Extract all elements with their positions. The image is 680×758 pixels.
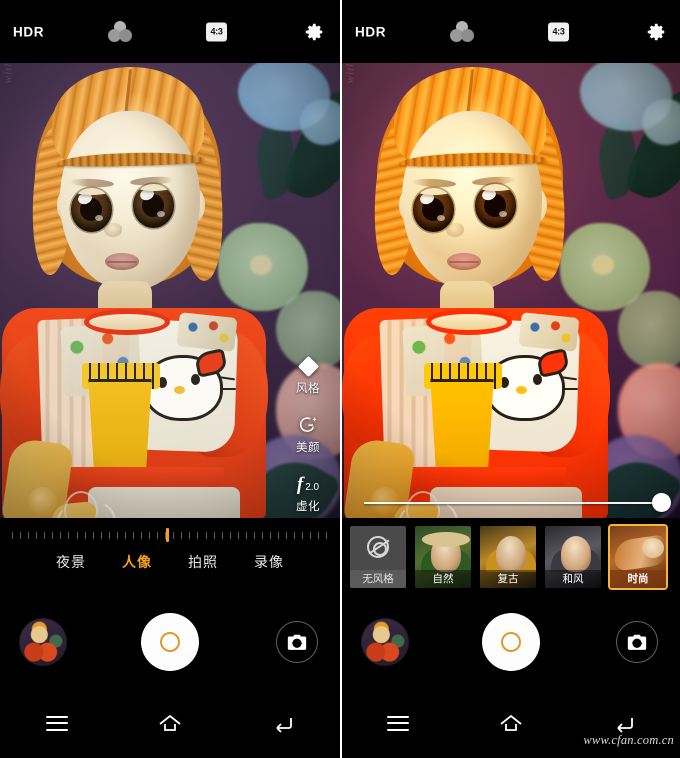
gallery-thumbnail[interactable] [20,619,66,665]
style-tool-label: 风格 [296,383,320,395]
blur-tool-button[interactable]: f 2.0 虚化 [296,473,320,514]
camera-screen-right: HDR 4:3 with love [340,0,680,758]
mode-portrait[interactable]: 人像 [122,552,152,572]
mode-tick-scale [12,532,328,542]
hamburger-icon [45,715,68,731]
capture-row-left [0,596,340,688]
filter-item-natural[interactable]: 自然 [413,524,473,590]
home-button[interactable] [144,706,196,740]
filter-label: 复古 [480,570,536,588]
mode-selector-left: 夜景 人像 拍照 录像 [0,518,340,590]
gear-icon[interactable] [645,21,667,43]
back-button[interactable] [257,706,309,740]
mode-active-tick [166,528,169,542]
beauty-tool-label: 美颜 [296,442,320,454]
aspect-ratio-label: 4:3 [548,22,569,41]
aspect-ratio-button[interactable]: 4:3 [548,22,569,41]
back-icon [617,718,633,733]
color-filter-icon[interactable] [450,20,475,43]
camera-tool-column: 风格 美颜 f 2.0 虚化 [284,355,332,514]
hdr-toggle[interactable]: HDR [355,24,386,39]
no-style-icon [367,536,389,558]
filter-label: 时尚 [610,570,666,588]
viewfinder-right[interactable]: with love [342,63,680,518]
mode-night[interactable]: 夜景 [56,552,86,572]
filter-item-retro[interactable]: 复古 [478,524,538,590]
style-diamond-icon [297,355,319,377]
aperture-f-icon: f 2.0 [296,473,320,495]
gear-icon[interactable] [303,21,325,43]
beauty-tool-button[interactable]: 美颜 [296,414,320,455]
slider-track [364,502,664,504]
shutter-button[interactable] [141,613,199,671]
aspect-ratio-label: 4:3 [206,22,227,41]
aperture-value: 2.0 [305,481,320,493]
blur-intensity-slider[interactable] [364,493,671,513]
blur-tool-label: 虚化 [296,501,320,513]
color-filter-icon[interactable] [108,20,133,43]
android-navbar-left [0,688,340,758]
shutter-button[interactable] [482,613,540,671]
camera-screen-left: HDR 4:3 with love [0,0,340,758]
filter-item-fashion[interactable]: 时尚 [608,524,668,590]
mode-list: 夜景 人像 拍照 录像 [0,552,340,572]
home-button[interactable] [485,706,537,740]
switch-camera-button[interactable] [276,621,318,663]
site-watermark: www.cfan.com.cn [583,733,674,747]
camera-top-bar-right: HDR 4:3 [342,0,680,63]
style-tool-button[interactable]: 风格 [296,355,320,396]
hamburger-icon [387,715,410,731]
home-icon [159,714,181,731]
mode-photo[interactable]: 拍照 [188,552,218,572]
switch-camera-button[interactable] [616,621,658,663]
screenshot-root: HDR 4:3 with love [0,0,680,758]
hdr-toggle[interactable]: HDR [13,24,44,39]
aspect-ratio-button[interactable]: 4:3 [206,22,227,41]
home-icon [500,714,522,731]
menu-button[interactable] [372,706,424,740]
filter-item-japanese[interactable]: 和风 [543,524,603,590]
mode-video[interactable]: 录像 [254,552,284,572]
filter-label: 无风格 [350,570,406,588]
gallery-thumbnail[interactable] [362,619,408,665]
slider-knob[interactable] [652,493,671,512]
camera-preview-image-right: with love [342,63,680,518]
viewfinder-left[interactable]: with love [0,63,340,518]
style-filter-strip: 无风格 自然 复古 和风 时尚 [342,518,680,596]
beauty-face-icon [297,414,319,436]
capture-row-right [342,596,680,688]
menu-button[interactable] [31,706,83,740]
back-icon [276,718,293,733]
camera-top-bar-left: HDR 4:3 [0,0,340,63]
filter-label: 自然 [415,570,471,588]
doll-subject [342,63,680,518]
filter-label: 和风 [545,570,601,588]
filter-item-no-style[interactable]: 无风格 [348,524,408,590]
